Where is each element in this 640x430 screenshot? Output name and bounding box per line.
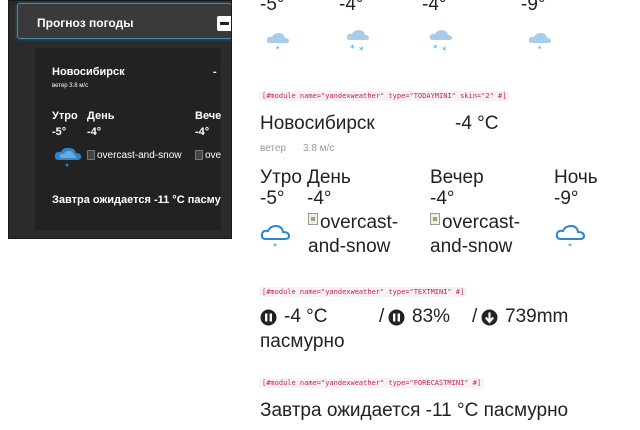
- textmini-humidity: 83%: [412, 306, 451, 327]
- todaymini-icon-evening: overcast- and-snow: [430, 211, 520, 259]
- light-snow-icon: *: [266, 33, 289, 53]
- snow-icon: * *: [346, 30, 369, 54]
- textmini-code-tag: [#module name="yandexweather" type="TEXT…: [259, 287, 468, 297]
- widget-dash: -: [213, 66, 217, 78]
- todaymini-period-morning: Утро: [260, 167, 302, 188]
- todaymini-period-night: Ночь: [554, 167, 598, 188]
- todaymini-icon-day: overcast- and-snow: [308, 211, 398, 259]
- pressure-arrow-down-icon: [481, 309, 498, 326]
- svg-text:*: *: [568, 242, 572, 251]
- widget-period-evening: Вечер: [195, 110, 221, 122]
- svg-text:*: *: [276, 45, 280, 53]
- cloud-snow-icon: [54, 147, 82, 167]
- todaymini-period-day: День: [307, 167, 351, 188]
- broken-image-icon: [195, 150, 203, 160]
- top-temp-4: -9°: [521, 0, 546, 15]
- svg-text:*: *: [442, 46, 447, 54]
- temperature-icon: [260, 309, 277, 326]
- humidity-icon: [388, 309, 405, 326]
- todaymini-temp-day: -4°: [307, 188, 332, 209]
- collapse-button[interactable]: [217, 16, 231, 31]
- todaymini-city: Новосибирск: [260, 113, 375, 134]
- svg-text:*: *: [538, 45, 542, 53]
- snow-icon: * *: [429, 30, 452, 54]
- forecastmini-text: Завтра ожидается -11 °C пасмурно: [260, 400, 569, 421]
- widget-period-day: День: [87, 110, 115, 122]
- textmini-pressure: 739mm: [505, 306, 569, 327]
- todaymini-temp: -4 °C: [455, 113, 499, 134]
- todaymini-wind-label: ветер: [260, 143, 287, 154]
- todaymini-icon-evening-alt2: and-snow: [430, 236, 513, 257]
- todaymini-period-evening: Вечер: [430, 167, 484, 188]
- broken-image-icon: [430, 213, 440, 225]
- top-temp-2: -4°: [339, 0, 364, 15]
- textmini-sep-1: /: [379, 306, 385, 327]
- widget-header[interactable]: Прогноз погоды: [17, 3, 231, 39]
- todaymini-temp-morning: -5°: [260, 188, 285, 209]
- broken-image-icon: [87, 150, 95, 160]
- broken-image-icon: [308, 213, 318, 225]
- svg-text:*: *: [273, 242, 277, 251]
- todaymini-temp-night: -9°: [554, 188, 579, 209]
- widget-forecast: Завтра ожидается -11 °C пасмурно: [52, 194, 221, 206]
- textmini-sep-2: /: [472, 306, 478, 327]
- widget-temp-morning: -5°: [52, 126, 67, 138]
- todaymini-icon-day-alt2: and-snow: [308, 236, 391, 257]
- light-snow-icon: *: [528, 33, 551, 53]
- widget-icon-alt-day: overcast-and-snow: [97, 150, 182, 161]
- widget-temp-day: -4°: [87, 126, 102, 138]
- todaymini-wind-value: 3.8 м/с: [303, 143, 335, 154]
- todaymini-code-tag: [#module name="yandexweather" type="TODA…: [259, 91, 510, 101]
- todaymini-icon-day-alt1: overcast-: [320, 212, 399, 233]
- widget-period-morning: Утро: [52, 110, 78, 122]
- svg-text:*: *: [433, 44, 438, 54]
- svg-text:*: *: [350, 44, 355, 54]
- textmini-temp: -4 °C: [284, 306, 328, 327]
- widget-body: Новосибирск - ветер 3.8 м/с Утро День Ве…: [35, 48, 221, 230]
- widget-city: Новосибирск: [52, 66, 125, 78]
- forecastmini-code-tag: [#module name="yandexweather" type="FORE…: [259, 378, 485, 388]
- todaymini-icon-evening-alt1: overcast-: [442, 212, 521, 233]
- widget-wind: ветер 3.8 м/с: [52, 83, 89, 89]
- cloud-snow-icon: *: [555, 224, 586, 251]
- cloud-snow-icon: *: [260, 224, 291, 251]
- widget-temp-evening: -4°: [195, 126, 210, 138]
- widget-icon-alt-evening: ove: [205, 150, 221, 161]
- todaymini-temp-evening: -4°: [430, 188, 455, 209]
- textmini-condition: пасмурно: [260, 331, 345, 352]
- weather-widget-panel: Прогноз погоды Новосибирск - ветер 3.8 м…: [8, 0, 232, 239]
- top-temp-3: -4°: [422, 0, 447, 15]
- svg-text:*: *: [359, 46, 364, 54]
- top-temp-1: -5°: [260, 0, 285, 15]
- widget-title: Прогноз погоды: [37, 16, 134, 30]
